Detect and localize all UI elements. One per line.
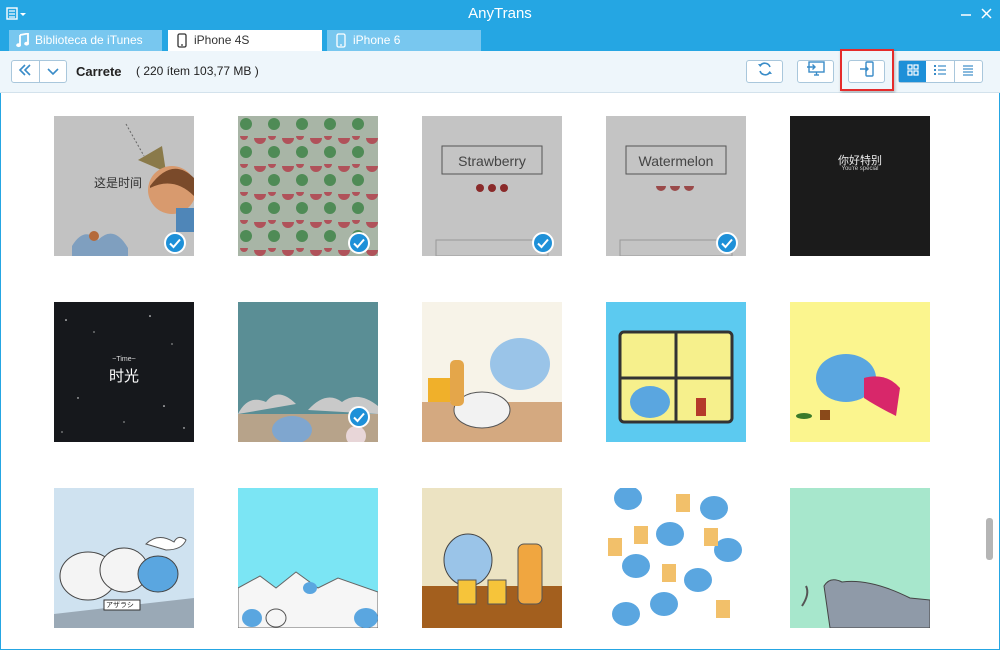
send-to-pc-button[interactable]	[797, 60, 834, 83]
photo-thumbnail[interactable]: Watermelon	[606, 116, 746, 256]
photo-thumbnail[interactable]: アザラシ	[54, 488, 194, 628]
photo-subcaption: You're special	[841, 166, 879, 172]
list-view-button[interactable]	[955, 61, 982, 82]
category-title: Carrete	[76, 64, 122, 79]
photo-thumbnail[interactable]: 这是时间	[54, 116, 194, 256]
photo-thumbnail[interactable]	[238, 302, 378, 442]
view-mode-group	[898, 60, 983, 83]
app-title: AnyTrans	[468, 5, 532, 22]
toolbar: Carrete ( 220 ítem 103,77 MB )	[0, 51, 1000, 93]
photo-thumbnail[interactable]	[238, 488, 378, 628]
refresh-button[interactable]	[746, 60, 783, 83]
selected-check-icon	[164, 232, 186, 254]
photo-thumbnail[interactable]: 你好特别 You're special	[790, 116, 930, 256]
title-bar: AnyTrans	[0, 0, 1000, 30]
vertical-scrollbar[interactable]	[986, 95, 994, 647]
tab-label: iPhone 6	[353, 33, 401, 47]
photo-thumbnail[interactable]	[422, 488, 562, 628]
photo-subcaption: ~Time~	[112, 356, 136, 363]
send-to-pc-icon	[806, 61, 826, 82]
close-button[interactable]	[976, 4, 998, 24]
tab-label: iPhone 4S	[194, 33, 250, 47]
music-note-icon	[16, 32, 30, 48]
selected-check-icon	[716, 232, 738, 254]
photo-thumbnail[interactable]	[606, 302, 746, 442]
photo-thumbnail[interactable]	[238, 116, 378, 256]
photo-grid: 这是时间 Strawberry Watermelon 你好特别 You're s…	[0, 93, 1000, 650]
photo-thumbnail[interactable]	[606, 488, 746, 628]
device-tab-bar: Biblioteca de iTunes iPhone 4S iPhone 6	[0, 30, 1000, 51]
tab-iphone-4s[interactable]: iPhone 4S	[168, 30, 322, 51]
tab-iphone-6[interactable]: iPhone 6	[327, 30, 481, 51]
photo-thumbnail[interactable]: ~Time~ 时光	[54, 302, 194, 442]
grid-view-button[interactable]	[899, 61, 927, 82]
item-count: ( 220 ítem 103,77 MB )	[136, 64, 259, 78]
back-button[interactable]	[12, 61, 39, 82]
minimize-button[interactable]	[955, 4, 977, 24]
photo-thumbnail[interactable]	[790, 302, 930, 442]
list-view-icon	[961, 63, 975, 81]
scrollbar-thumb[interactable]	[986, 518, 993, 560]
chevron-down-icon	[47, 63, 59, 81]
photo-thumbnail[interactable]: Strawberry	[422, 116, 562, 256]
tab-itunes-library[interactable]: Biblioteca de iTunes	[9, 30, 162, 51]
photo-thumbnail[interactable]	[422, 302, 562, 442]
nav-group	[11, 60, 67, 83]
refresh-icon	[757, 61, 773, 82]
tab-label: Biblioteca de iTunes	[35, 33, 143, 47]
grid-view-icon	[907, 63, 919, 81]
double-chevron-left-icon	[18, 63, 32, 81]
add-to-device-button[interactable]	[848, 60, 885, 83]
phone-icon	[175, 33, 189, 48]
photo-caption: 这是时间	[94, 176, 143, 190]
detail-list-view-icon	[933, 63, 947, 81]
photo-caption: 时光	[108, 367, 139, 385]
photo-caption: アザラシ	[106, 601, 134, 609]
photo-thumbnail[interactable]	[790, 488, 930, 628]
selected-check-icon	[348, 406, 370, 428]
selected-check-icon	[348, 232, 370, 254]
dropdown-button[interactable]	[38, 61, 66, 82]
phone-icon	[334, 33, 348, 48]
photo-caption: Strawberry	[458, 153, 526, 169]
selected-check-icon	[532, 232, 554, 254]
photo-caption: Watermelon	[638, 153, 714, 169]
add-to-device-icon	[859, 61, 875, 82]
detail-list-view-button[interactable]	[926, 61, 953, 82]
